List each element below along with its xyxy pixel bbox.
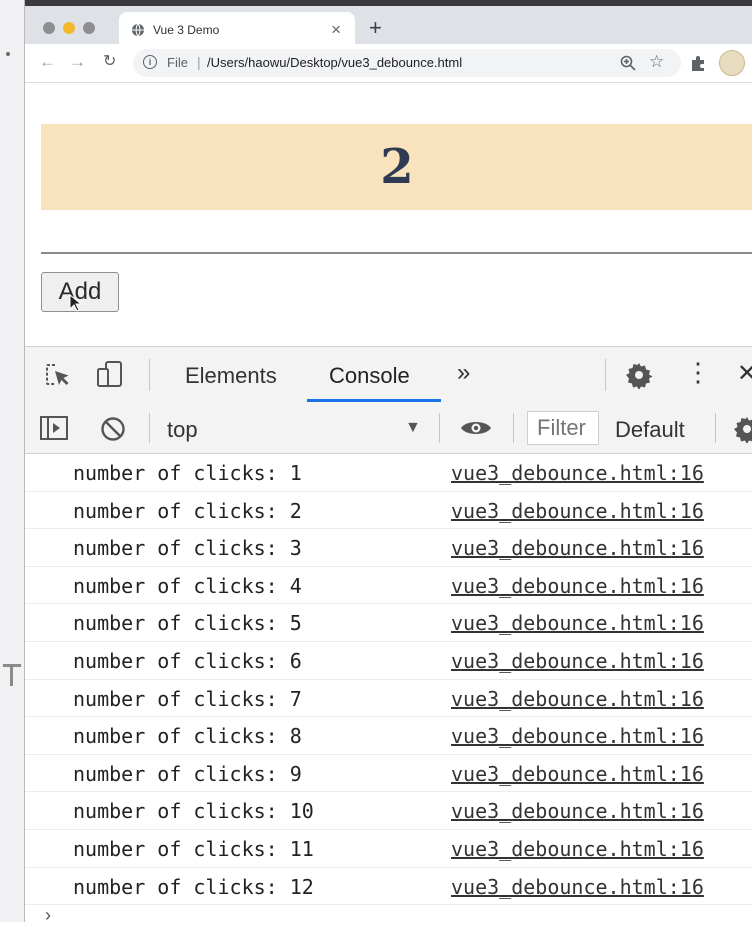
toolbar-divider [513, 413, 514, 443]
browser-toolbar: ← → ↻ i File | /Users/haowu/Desktop/vue3… [25, 44, 752, 83]
console-message: number of clicks: 4 [73, 573, 302, 598]
back-icon[interactable]: ← [39, 53, 56, 71]
console-source-link[interactable]: vue3_debounce.html:16 [451, 799, 704, 823]
devtools-panel: Elements Console » ⋮ ✕ top ▼ Filter Defa… [25, 346, 752, 926]
console-row: number of clicks: 3 vue3_debounce.html:16 [25, 529, 752, 567]
address-bar[interactable]: i File | /Users/haowu/Desktop/vue3_debou… [133, 49, 681, 77]
console-row: number of clicks: 6 vue3_debounce.html:16 [25, 642, 752, 680]
toolbar-divider [715, 413, 716, 443]
profile-avatar[interactable] [719, 50, 745, 76]
console-filter-input[interactable] [527, 411, 599, 445]
address-scheme: File [167, 55, 188, 70]
console-message: number of clicks: 1 [73, 461, 302, 485]
browser-window: Vue 3 Demo × + ← → ↻ i File | /Users/hao… [24, 0, 752, 926]
console-settings-gear-icon[interactable] [733, 415, 752, 443]
bookmark-star-icon[interactable]: ☆ [649, 52, 664, 72]
address-separator: | [197, 54, 201, 70]
console-message: number of clicks: 12 [73, 874, 314, 899]
show-sidebar-icon[interactable] [39, 415, 69, 441]
tab-console[interactable]: Console [329, 363, 410, 389]
console-row: number of clicks: 7 vue3_debounce.html:16 [25, 680, 752, 718]
close-devtools-icon[interactable]: ✕ [737, 359, 752, 388]
settings-gear-icon[interactable] [625, 361, 653, 389]
console-source-link[interactable]: vue3_debounce.html:16 [451, 536, 704, 560]
toolbar-divider [149, 413, 150, 443]
console-source-link[interactable]: vue3_debounce.html:16 [451, 687, 704, 711]
console-message: number of clicks: 2 [73, 498, 302, 523]
console-row: number of clicks: 12 vue3_debounce.html:1… [25, 868, 752, 906]
console-message: number of clicks: 6 [73, 648, 302, 673]
toolbar-divider [149, 359, 150, 391]
console-message: number of clicks: 10 [73, 799, 314, 824]
device-toolbar-icon[interactable] [95, 359, 125, 389]
context-dropdown-icon[interactable]: ▼ [405, 419, 421, 437]
forward-icon[interactable]: → [69, 53, 86, 71]
inspect-element-icon[interactable] [43, 361, 71, 389]
counter-value: 2 [380, 139, 414, 195]
console-toolbar: top ▼ Default [25, 403, 752, 454]
console-prompt-icon[interactable]: › [45, 905, 51, 926]
console-source-link[interactable]: vue3_debounce.html:16 [451, 574, 704, 598]
horizontal-rule [41, 252, 752, 254]
console-row: number of clicks: 10 vue3_debounce.html:1… [25, 792, 752, 830]
console-messages: number of clicks: 1 vue3_debounce.html:16… [25, 454, 752, 906]
clear-console-icon[interactable] [99, 415, 127, 443]
console-row: number of clicks: 11 vue3_debounce.html:1… [25, 830, 752, 868]
context-selector[interactable]: top [167, 417, 198, 443]
console-source-link[interactable]: vue3_debounce.html:16 [451, 762, 704, 786]
toolbar-divider [605, 359, 606, 391]
console-message: number of clicks: 9 [73, 761, 302, 786]
more-tabs-icon[interactable]: » [457, 359, 470, 387]
console-message: number of clicks: 7 [73, 686, 302, 711]
console-message: number of clicks: 5 [73, 611, 302, 636]
desktop-dot [6, 52, 10, 56]
zoom-icon[interactable] [619, 54, 637, 72]
console-source-link[interactable]: vue3_debounce.html:16 [451, 875, 704, 899]
console-row: number of clicks: 5 vue3_debounce.html:16 [25, 604, 752, 642]
console-source-link[interactable]: vue3_debounce.html:16 [451, 724, 704, 748]
zoom-window-button[interactable] [83, 22, 95, 34]
reload-icon[interactable]: ↻ [103, 53, 116, 71]
address-url[interactable]: /Users/haowu/Desktop/vue3_debounce.html [207, 55, 462, 70]
console-row: number of clicks: 8 vue3_debounce.html:16 [25, 717, 752, 755]
tab-strip: Vue 3 Demo × + [25, 0, 752, 50]
tab-title: Vue 3 Demo [153, 23, 220, 37]
log-levels-dropdown[interactable]: Default [615, 417, 685, 443]
console-message: number of clicks: 11 [73, 836, 314, 861]
console-message: number of clicks: 8 [73, 724, 302, 749]
live-expression-eye-icon[interactable] [459, 417, 493, 439]
mouse-pointer-icon [69, 294, 81, 312]
console-source-link[interactable]: vue3_debounce.html:16 [451, 649, 704, 673]
text-cursor-icon [3, 664, 21, 686]
new-tab-button[interactable]: + [369, 17, 382, 39]
console-row: number of clicks: 4 vue3_debounce.html:16 [25, 567, 752, 605]
globe-icon [132, 23, 144, 37]
console-source-link[interactable]: vue3_debounce.html:16 [451, 837, 704, 861]
tab-elements[interactable]: Elements [185, 363, 277, 389]
console-source-link[interactable]: vue3_debounce.html:16 [451, 611, 704, 635]
tab-close-icon[interactable]: × [331, 20, 341, 40]
console-source-link[interactable]: vue3_debounce.html:16 [451, 461, 704, 485]
toolbar-divider [439, 413, 440, 443]
console-source-link[interactable]: vue3_debounce.html:16 [451, 499, 704, 523]
desktop-edge [0, 0, 25, 922]
console-row: number of clicks: 1 vue3_debounce.html:16 [25, 454, 752, 492]
console-row: number of clicks: 9 vue3_debounce.html:16 [25, 755, 752, 793]
info-icon[interactable]: i [143, 55, 157, 69]
more-options-icon[interactable]: ⋮ [685, 357, 711, 387]
extensions-puzzle-icon[interactable] [689, 54, 707, 72]
counter-display: 2 [41, 124, 752, 210]
console-message: number of clicks: 3 [73, 536, 302, 561]
window-controls [43, 22, 95, 34]
minimize-window-button[interactable] [63, 22, 75, 34]
active-tab-indicator [307, 399, 441, 402]
close-window-button[interactable] [43, 22, 55, 34]
devtools-tab-bar: Elements Console » ⋮ ✕ [25, 347, 752, 404]
console-row: number of clicks: 2 vue3_debounce.html:16 [25, 492, 752, 530]
